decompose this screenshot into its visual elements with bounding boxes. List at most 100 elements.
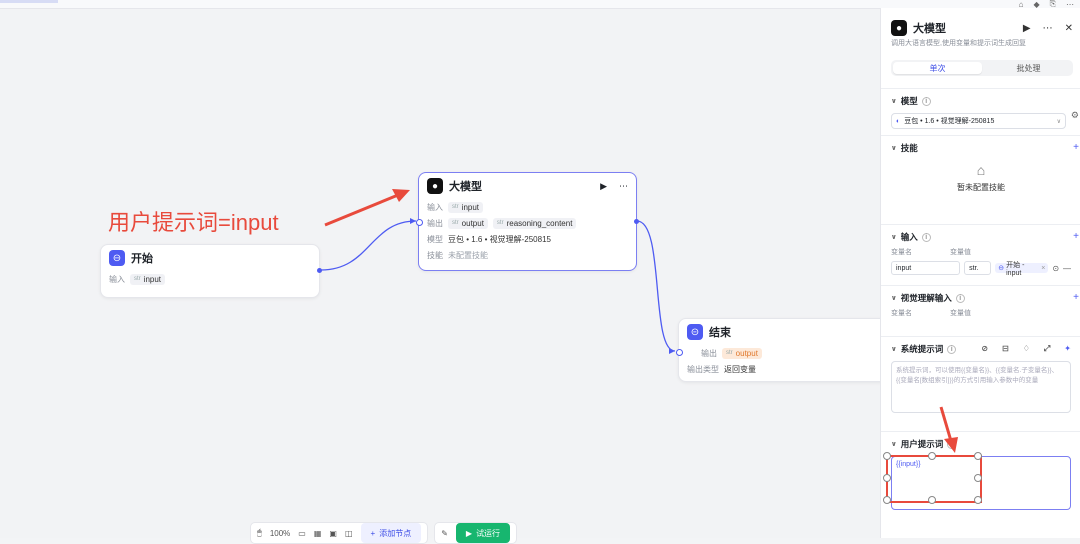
more-icon[interactable]: ⋯	[1043, 23, 1053, 34]
chevron-down-icon[interactable]: ∨	[891, 97, 897, 105]
row-label: 输出	[701, 348, 717, 358]
resize-handle[interactable]	[974, 474, 982, 482]
variable-ref[interactable]: ⊖ 开始 - input ×	[995, 262, 1049, 277]
empty-text: 暂未配置技能	[957, 183, 1005, 192]
vision-section: ∨ 视觉理解输入 i + 变量名 变量值	[881, 285, 1080, 336]
template-icon[interactable]: ⊟	[1002, 344, 1009, 354]
end-node[interactable]: ⊝ 结束 输出 str output 输出类型 返回变量	[676, 318, 890, 382]
skills-section: ∨ 技能 + ⌂ 暂未配置技能	[881, 135, 1080, 224]
close-icon[interactable]: ×	[1041, 265, 1045, 272]
model-logo-icon: ◐	[896, 117, 901, 125]
run-icon[interactable]: ▶	[1023, 23, 1031, 34]
chevron-down-icon[interactable]: ∨	[891, 233, 897, 241]
panel-title: 大模型	[913, 23, 946, 35]
top-icons: ⌂ ◆ ⎘ ⋯	[1019, 0, 1080, 9]
llm-icon: ●	[891, 20, 907, 36]
node-title: 开始	[131, 253, 153, 265]
add-node-button[interactable]: + 添加节点	[360, 523, 422, 543]
annotation-arrow	[324, 193, 399, 227]
more-icon[interactable]: ⋯	[619, 181, 628, 192]
start-node[interactable]: ⊖ 开始 输入 str input	[100, 244, 322, 298]
system-prompt-input[interactable]: 系统提示词，可以使用{{变量名}}、{{变量名.子变量名}}、{{变量名[数组索…	[891, 361, 1071, 413]
type-value: 返回变量	[724, 364, 756, 374]
llm-node[interactable]: ● 大模型 ▶ ⋯ 输入 str input 输出 str output str re…	[416, 172, 639, 271]
output-port[interactable]	[317, 268, 322, 273]
panel-description: 调用大语言模型,使用变量和提示词生成回复	[891, 40, 1026, 47]
run-controls: ✎ ▶ 试运行	[434, 522, 518, 544]
llm-icon: ●	[427, 178, 443, 194]
type-select[interactable]: str.	[964, 261, 992, 275]
zoom-select[interactable]: 100%	[270, 529, 290, 538]
magic-icon[interactable]: ✦	[1064, 344, 1071, 354]
annotation-text: 用户提示词=input	[108, 210, 279, 235]
output-port[interactable]	[634, 219, 639, 224]
resize-handle[interactable]	[883, 496, 891, 504]
variable-tag: str input	[448, 201, 484, 213]
plus-icon: +	[370, 528, 376, 538]
input-port[interactable]	[416, 219, 423, 226]
row-label: 技能	[427, 250, 443, 260]
edge-llm-end	[636, 220, 676, 352]
chevron-down-icon[interactable]: ∨	[891, 144, 897, 152]
node-title: 结束	[709, 327, 731, 339]
tab-single[interactable]: 单次	[893, 62, 982, 74]
model-select[interactable]: ◐ 豆包 • 1.6 • 视觉理解-250815 ∨	[891, 113, 1066, 129]
wrench-icon[interactable]: ✎	[441, 529, 448, 538]
chevron-down-icon[interactable]: ∨	[891, 294, 897, 302]
add-icon[interactable]: +	[1073, 292, 1079, 303]
chevron-down-icon[interactable]: ∨	[891, 440, 897, 448]
target-icon[interactable]: ⊙	[1052, 264, 1059, 273]
expand-icon[interactable]: ⤢	[1044, 344, 1050, 354]
optimize-icon[interactable]: ⊘	[981, 344, 988, 354]
variable-tag: str input	[130, 273, 166, 285]
settings-icon[interactable]: ⚙	[1071, 110, 1079, 121]
row-label: 输出	[427, 218, 443, 228]
run-icon[interactable]: ▶	[600, 181, 607, 192]
resize-handle[interactable]	[883, 474, 891, 482]
add-icon[interactable]: +	[1073, 142, 1079, 153]
image-icon[interactable]: ▣	[329, 529, 337, 538]
minimap-icon[interactable]: ◫	[345, 529, 353, 538]
resize-handle[interactable]	[974, 452, 982, 460]
info-icon: i	[955, 293, 965, 303]
close-icon[interactable]: ✕	[1065, 23, 1073, 34]
remove-icon[interactable]: —	[1063, 264, 1071, 273]
annotation-arrow-2	[939, 406, 958, 453]
edge-start-llm	[320, 220, 417, 271]
arrow-head	[669, 348, 675, 354]
variable-name-input[interactable]: input	[891, 261, 961, 275]
model-value: 豆包 • 1.6 • 视觉理解-250815	[448, 234, 551, 244]
node-title: 大模型	[449, 181, 482, 193]
robot-icon: ⌂	[976, 162, 986, 178]
row-label: 输入	[427, 202, 443, 212]
column-label: 变量值	[950, 310, 971, 317]
add-icon[interactable]: +	[1073, 231, 1079, 242]
pointer-icon[interactable]: 🖱	[257, 528, 262, 538]
resize-handle[interactable]	[883, 452, 891, 460]
layout-icon[interactable]: ▦	[314, 529, 322, 538]
start-icon: ⊖	[998, 265, 1005, 272]
input-section: ∨ 输入 i + 变量名 变量值 input str. ⊖ 开始 - input × ⊙…	[881, 224, 1080, 285]
system-prompt-section: ∨ 系统提示词 i ⊘ ⊟ ♢ ⤢ ✦ 系统提示词，可以使用{{变量名}}、{{变量…	[881, 336, 1080, 431]
chevron-down-icon: ∨	[1056, 118, 1061, 125]
test-run-button[interactable]: ▶ 试运行	[455, 523, 511, 543]
resize-handle[interactable]	[974, 496, 982, 504]
column-label: 变量名	[891, 310, 912, 317]
info-icon: i	[921, 96, 931, 106]
variable-tag: str output	[722, 347, 762, 359]
start-icon: ⊖	[109, 250, 125, 266]
row-label: 模型	[427, 234, 443, 244]
tab-batch[interactable]: 批处理	[984, 60, 1073, 76]
bulb-icon[interactable]: ♢	[1023, 344, 1030, 354]
info-icon: i	[947, 344, 957, 354]
variable-tag: str reasoning_content	[492, 217, 577, 229]
comment-icon[interactable]: ▭	[298, 529, 306, 538]
chevron-down-icon[interactable]: ∨	[891, 345, 897, 353]
input-port[interactable]	[676, 349, 683, 356]
resize-handle[interactable]	[928, 496, 936, 504]
row-label: 输入	[109, 274, 125, 284]
row-label: 输出类型	[687, 364, 719, 374]
model-section: ∨ 模型 i ◐ 豆包 • 1.6 • 视觉理解-250815 ∨ ⚙	[881, 88, 1080, 135]
column-label: 变量值	[950, 249, 971, 256]
variable-tag: str output	[448, 217, 488, 229]
